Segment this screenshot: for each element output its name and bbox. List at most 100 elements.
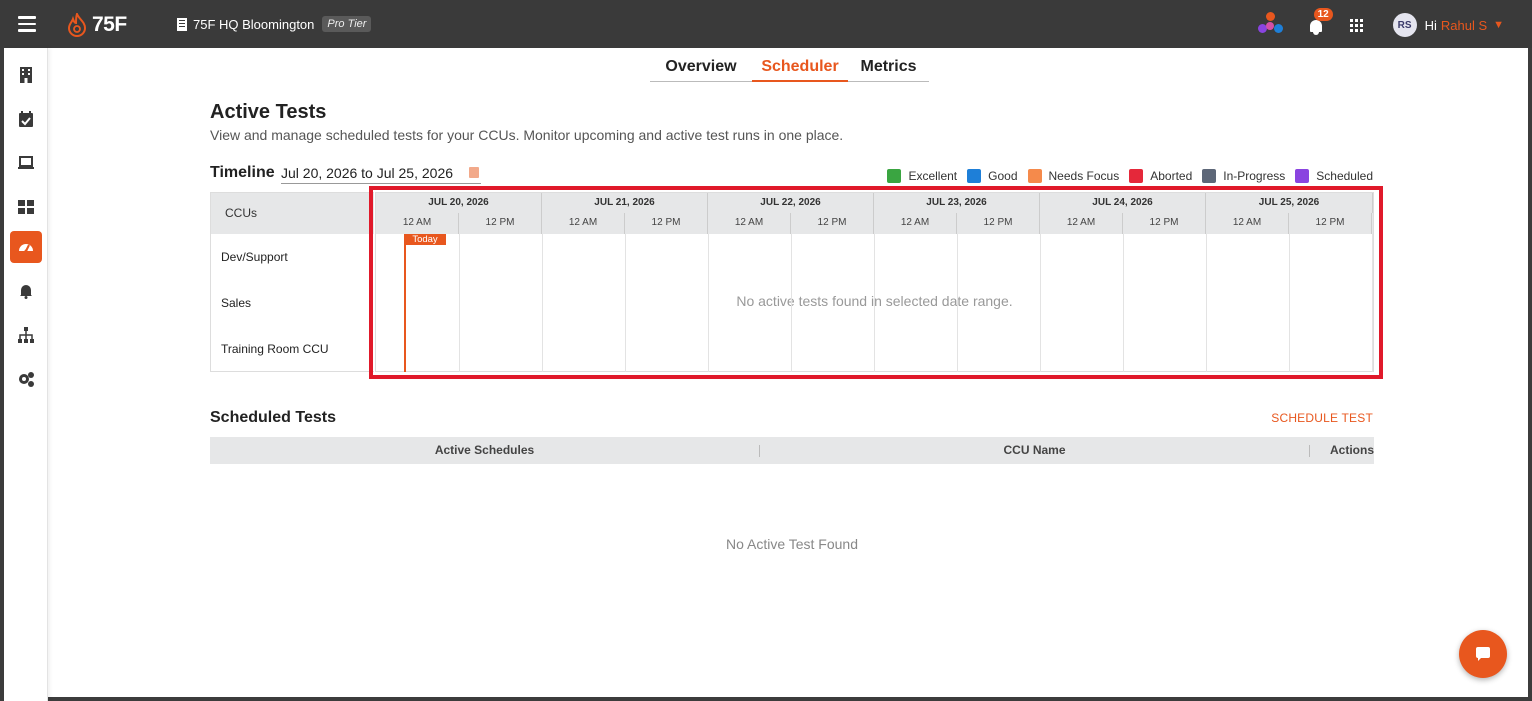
timeline-hour-label: 12 PM	[459, 213, 542, 234]
scheduled-tests-title: Scheduled Tests	[210, 409, 336, 426]
legend-label: Aborted	[1150, 169, 1193, 183]
date-range-input[interactable]: Jul 20, 2026 to Jul 25, 2026	[281, 165, 481, 184]
timeline-hour-label: 12 AM	[1040, 213, 1123, 234]
tab-scheduler[interactable]: Scheduler	[752, 57, 848, 82]
timeline-gridline	[625, 234, 626, 372]
ai-assistant-icon[interactable]	[1257, 12, 1284, 38]
laptop-icon	[18, 156, 34, 169]
legend-label: In-Progress	[1223, 169, 1286, 183]
legend-label: Excellent	[908, 169, 958, 183]
notifications-button[interactable]: 12	[1308, 8, 1333, 35]
schedule-test-button[interactable]: SCHEDULE TEST	[1271, 411, 1373, 425]
legend-item: Aborted	[1129, 169, 1192, 183]
dashboard-grid-icon	[18, 200, 34, 214]
ccu-column: CCUs Dev/Support Sales Training Room CCU	[210, 192, 374, 372]
timeline-hour-label: 12 PM	[1123, 213, 1206, 234]
user-name[interactable]: Rahul S	[1441, 18, 1487, 33]
legend-swatch	[1202, 169, 1217, 183]
sidebar-item-alerts[interactable]	[10, 275, 42, 307]
ccu-row: Sales	[221, 296, 252, 310]
timeline-label: Timeline	[210, 164, 275, 181]
brand-logo[interactable]: 75F	[66, 12, 127, 38]
legend-label: Needs Focus	[1048, 169, 1120, 183]
sidebar-item-building[interactable]	[10, 59, 42, 91]
timeline-day-label: JUL 23, 2026	[874, 193, 1040, 213]
sidebar-item-dashboard[interactable]	[10, 191, 42, 223]
date-range-value: Jul 20, 2026 to Jul 25, 2026	[281, 165, 454, 181]
sidebar-item-settings[interactable]	[10, 363, 42, 395]
tab-overview[interactable]: Overview	[650, 57, 752, 82]
timeline-gridline	[459, 234, 460, 372]
timeline-hour-label: 12 PM	[625, 213, 708, 234]
scheduled-tests-header: Active Schedules CCU Name Actions	[210, 437, 1374, 464]
status-legend: Excellent Good Needs Focus Aborted In-Progre…	[877, 169, 1373, 183]
notification-count-badge: 12	[1313, 8, 1333, 21]
timeline-hour-label: 12 AM	[708, 213, 791, 234]
tier-badge: Pro Tier	[322, 16, 372, 32]
timeline-gridline	[708, 234, 709, 372]
legend-item: Excellent	[887, 169, 957, 183]
legend-swatch	[887, 169, 902, 183]
timeline-gridline	[1289, 234, 1290, 372]
sidebar-item-devices[interactable]	[10, 147, 42, 179]
timeline-hour-label: 12 PM	[1289, 213, 1372, 234]
chat-button[interactable]	[1459, 630, 1507, 678]
timeline-gridline	[1123, 234, 1124, 372]
timeline-day-label: JUL 22, 2026	[708, 193, 874, 213]
top-bar: 75F 75F HQ Bloomington Pro Tier 12 RS Hi…	[0, 0, 1532, 48]
ccu-row: Dev/Support	[221, 250, 288, 264]
timeline-hour-label: 12 AM	[874, 213, 957, 234]
gears-icon	[19, 372, 34, 387]
column-active-schedules[interactable]: Active Schedules	[210, 437, 759, 464]
chevron-down-icon[interactable]: ▼	[1493, 19, 1504, 31]
timeline-gridline	[957, 234, 958, 372]
legend-label: Good	[988, 169, 1018, 183]
brand-name: 75F	[92, 13, 127, 36]
timeline-gridline	[542, 234, 543, 372]
timeline-hour-label: 12 AM	[1206, 213, 1289, 234]
apps-grid-icon[interactable]	[1349, 18, 1363, 32]
legend-item: Needs Focus	[1027, 169, 1120, 183]
building-icon	[20, 67, 32, 83]
legend-item: Good	[967, 169, 1018, 183]
building-icon	[177, 17, 187, 31]
tab-metrics[interactable]: Metrics	[848, 57, 929, 82]
timeline-gridline	[791, 234, 792, 372]
scheduled-tests-empty-message: No Active Test Found	[725, 536, 859, 552]
timeline-day-label: JUL 21, 2026	[542, 193, 708, 213]
avatar[interactable]: RS	[1392, 13, 1417, 37]
bell-icon	[20, 285, 32, 299]
flame-logo-icon	[67, 13, 87, 37]
timeline-gridline	[1040, 234, 1041, 372]
view-tabs: Overview Scheduler Metrics	[650, 57, 929, 82]
speedometer-icon	[19, 244, 33, 253]
timeline-gridline	[874, 234, 875, 372]
legend-swatch	[1129, 169, 1144, 183]
ccu-column-header: CCUs	[211, 193, 374, 234]
timeline-day-label: JUL 25, 2026	[1206, 193, 1373, 213]
ccu-row: Training Room CCU	[221, 342, 329, 356]
legend-item: Scheduled	[1295, 169, 1373, 183]
column-ccu-name[interactable]: CCU Name	[760, 437, 1309, 464]
calendar-check-icon	[19, 111, 33, 127]
timeline-day-label: JUL 24, 2026	[1040, 193, 1206, 213]
legend-label: Scheduled	[1316, 169, 1373, 183]
legend-swatch	[1027, 169, 1042, 183]
timeline-hour-label: 12 PM	[957, 213, 1040, 234]
sidebar-item-hierarchy[interactable]	[10, 319, 42, 351]
hierarchy-icon	[18, 327, 34, 343]
sidebar-item-testing[interactable]	[10, 231, 42, 263]
timeline-gridline	[1206, 234, 1207, 372]
timeline-header: JUL 20, 2026 12 AM 12 PM JUL 21, 2026 12 AM 1…	[376, 193, 1373, 234]
today-marker-label: Today	[404, 234, 446, 245]
calendar-icon[interactable]	[469, 167, 479, 178]
timeline-grid: JUL 20, 2026 12 AM 12 PM JUL 21, 2026 12 AM 1…	[375, 192, 1374, 372]
timeline-gridline	[1372, 234, 1373, 372]
timeline-hour-label: 12 AM	[376, 213, 459, 234]
timeline-hour-label: 12 PM	[791, 213, 874, 234]
menu-icon[interactable]	[18, 16, 36, 32]
legend-swatch	[967, 169, 982, 183]
legend-item: In-Progress	[1202, 169, 1285, 183]
building-selector[interactable]: 75F HQ Bloomington Pro Tier	[177, 16, 372, 32]
sidebar-item-schedule[interactable]	[10, 103, 42, 135]
